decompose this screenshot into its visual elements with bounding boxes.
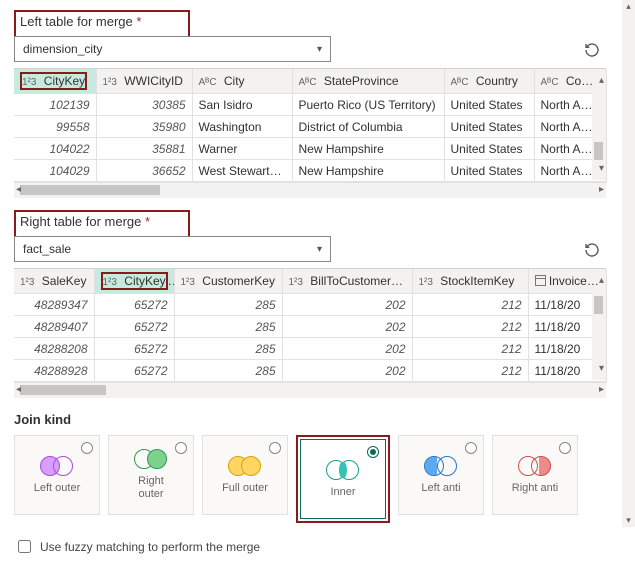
- venn-icon: [424, 456, 458, 476]
- column-header[interactable]: AᴮC City: [192, 69, 292, 94]
- join-kind-label: Join kind: [14, 412, 606, 427]
- column-header[interactable]: 1²3 WWICityID: [96, 69, 192, 94]
- table-row[interactable]: 9955835980WashingtonDistrict of Columbia…: [14, 116, 606, 138]
- column-header[interactable]: 1²3 BillToCustomerKey: [282, 269, 412, 294]
- join-label: Left outer: [34, 482, 80, 495]
- table-row[interactable]: 482893476527228520221211/18/20: [14, 294, 606, 316]
- venn-icon: [134, 449, 168, 469]
- join-right-anti[interactable]: Right anti: [492, 435, 578, 515]
- table-row[interactable]: 482882086527228520221211/18/20: [14, 338, 606, 360]
- radio-icon: [269, 442, 281, 454]
- column-header[interactable]: 1²3 SaleKey: [14, 269, 94, 294]
- refresh-left-icon[interactable]: [582, 40, 602, 60]
- chevron-down-icon: ▾: [317, 44, 322, 55]
- fuzzy-label: Use fuzzy matching to perform the merge: [40, 540, 260, 554]
- venn-icon: [40, 456, 74, 476]
- table-row[interactable]: 482894076527228520221211/18/20: [14, 316, 606, 338]
- join-label: Full outer: [222, 482, 268, 495]
- join-label: Right anti: [512, 482, 558, 495]
- dialog-scrollbar[interactable]: ▴ ▾: [622, 0, 635, 527]
- join-right-outer[interactable]: Rightouter: [108, 435, 194, 515]
- join-left-outer[interactable]: Left outer: [14, 435, 100, 515]
- chevron-down-icon: ▾: [317, 244, 322, 255]
- column-header[interactable]: AᴮC Continent: [534, 69, 606, 94]
- left-table-select[interactable]: dimension_city ▾: [14, 36, 331, 62]
- left-table[interactable]: 1²3 CityKey1²3 WWICityIDAᴮC CityAᴮC Stat…: [14, 68, 606, 198]
- join-label: Rightouter: [138, 475, 164, 500]
- table-row[interactable]: 482889286527228520221211/18/20: [14, 360, 606, 382]
- right-table[interactable]: 1²3 SaleKey1²3 CityKey1²3 CustomerKey1²3…: [14, 268, 606, 398]
- radio-icon: [81, 442, 93, 454]
- left-table-selected: dimension_city: [23, 42, 102, 56]
- join-left-anti[interactable]: Left anti: [398, 435, 484, 515]
- right-table-selected: fact_sale: [23, 242, 71, 256]
- column-header[interactable]: AᴮC Country: [444, 69, 534, 94]
- venn-icon: [518, 456, 552, 476]
- column-header[interactable]: AᴮC StateProvince: [292, 69, 444, 94]
- radio-icon: [175, 442, 187, 454]
- join-full-outer[interactable]: Full outer: [202, 435, 288, 515]
- radio-icon: [465, 442, 477, 454]
- fuzzy-checkbox-input[interactable]: [18, 540, 31, 553]
- column-header[interactable]: 1²3 CustomerKey: [174, 269, 282, 294]
- column-header[interactable]: InvoiceDa: [528, 269, 606, 294]
- venn-icon: [326, 460, 360, 480]
- join-label: Left anti: [421, 482, 460, 495]
- join-inner[interactable]: Inner: [300, 439, 386, 519]
- column-header[interactable]: 1²3 CityKey: [14, 69, 96, 94]
- refresh-right-icon[interactable]: [582, 240, 602, 260]
- column-header[interactable]: 1²3 CityKey: [94, 269, 174, 294]
- join-label: Inner: [330, 486, 355, 499]
- table-row[interactable]: 10213930385San IsidroPuerto Rico (US Ter…: [14, 94, 606, 116]
- right-table-select[interactable]: fact_sale ▾: [14, 236, 331, 262]
- table-row[interactable]: 10402235881WarnerNew HampshireUnited Sta…: [14, 138, 606, 160]
- fuzzy-matching-checkbox[interactable]: Use fuzzy matching to perform the merge: [14, 537, 606, 556]
- radio-icon: [367, 446, 379, 458]
- venn-icon: [228, 456, 262, 476]
- column-header[interactable]: 1²3 StockItemKey: [412, 269, 528, 294]
- right-table-label: Right table for merge *: [20, 214, 184, 229]
- left-table-label: Left table for merge *: [20, 14, 184, 29]
- radio-icon: [559, 442, 571, 454]
- table-row[interactable]: 10402936652West StewartstownNew Hampshir…: [14, 160, 606, 182]
